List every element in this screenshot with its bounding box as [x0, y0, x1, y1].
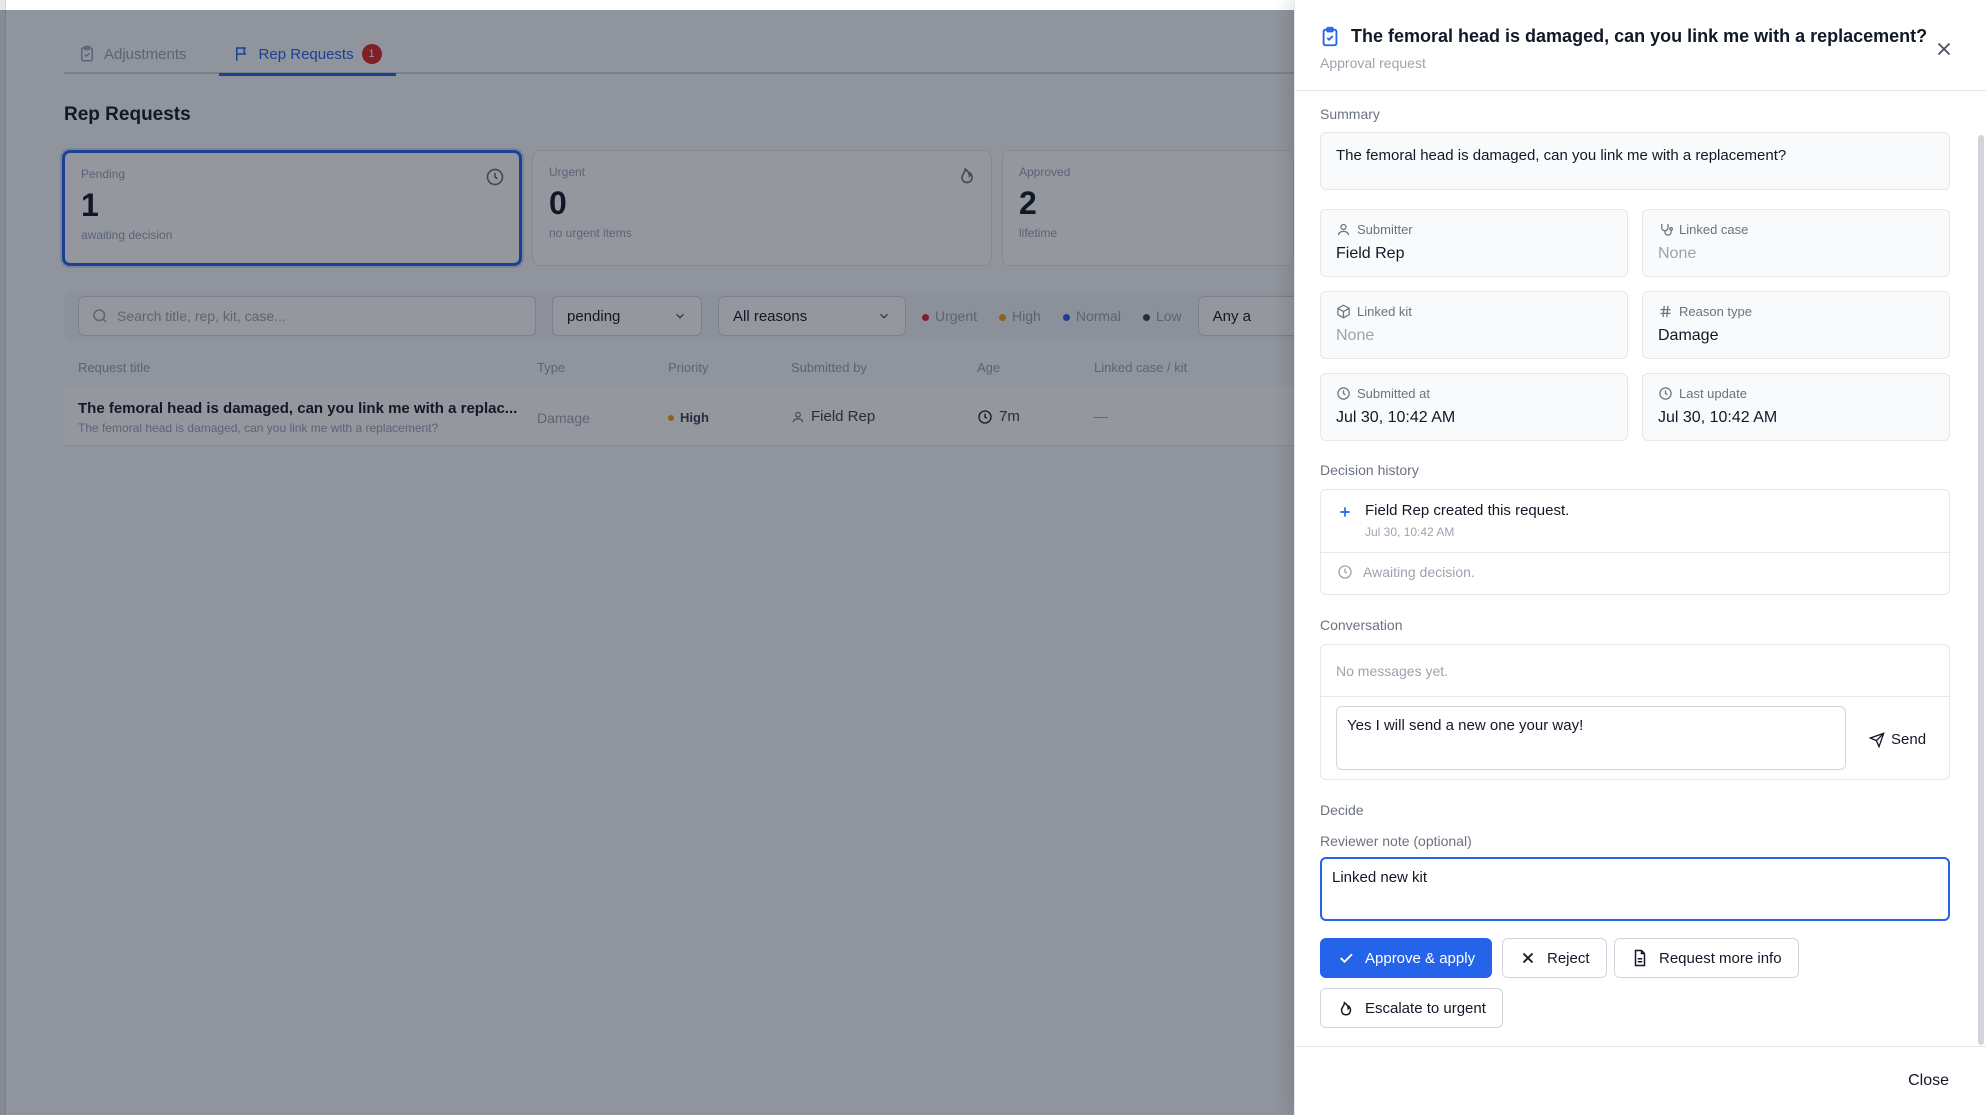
reason-type-label-row: Reason type	[1658, 304, 1934, 319]
last-update-label-row: Last update	[1658, 386, 1934, 401]
conversation-label: Conversation	[1320, 617, 1403, 633]
linked-case-card: Linked case None	[1642, 209, 1950, 277]
last-update-card: Last update Jul 30, 10:42 AM	[1642, 373, 1950, 441]
clock-icon	[1659, 387, 1672, 400]
send-label: Send	[1891, 731, 1927, 748]
message-input[interactable]: Yes I will send a new one your way!	[1336, 706, 1846, 770]
history-item-created: Field Rep created this request. Jul 30, …	[1321, 490, 1949, 553]
history-item-awaiting: Awaiting decision.	[1337, 564, 1475, 580]
panel-subtitle: Approval request	[1320, 55, 1426, 71]
package-icon	[1337, 304, 1350, 319]
clock-icon	[1338, 565, 1352, 579]
linked-case-value: None	[1658, 245, 1697, 262]
reject-button[interactable]: Reject	[1502, 938, 1607, 978]
document-icon	[1634, 949, 1646, 967]
modal-backdrop[interactable]	[0, 10, 1294, 1115]
reviewer-note-input[interactable]: Linked new kit	[1320, 857, 1950, 921]
escalate-button[interactable]: Escalate to urgent	[1320, 988, 1503, 1028]
last-update-value: Jul 30, 10:42 AM	[1658, 409, 1778, 426]
panel-header: The femoral head is damaged, can you lin…	[1295, 0, 1986, 91]
summary-box: The femoral head is damaged, can you lin…	[1320, 132, 1950, 190]
flame-icon	[1340, 1001, 1352, 1016]
approve-label: Approve & apply	[1365, 949, 1476, 967]
history-text: Field Rep created this request.	[1365, 502, 1569, 519]
close-icon[interactable]	[1933, 38, 1955, 60]
panel-footer: Close	[1295, 1046, 1986, 1115]
request-more-info-button[interactable]: Request more info	[1614, 938, 1799, 978]
conversation-divider	[1321, 696, 1949, 697]
reject-label: Reject	[1547, 949, 1590, 967]
linked-case-label-row: Linked case	[1658, 222, 1934, 237]
linked-kit-label: Linked kit	[1357, 304, 1412, 319]
linked-kit-label-row: Linked kit	[1336, 304, 1612, 319]
submitter-card: Submitter Field Rep	[1320, 209, 1628, 277]
history-awaiting: Awaiting decision.	[1363, 564, 1475, 580]
send-icon	[1869, 731, 1885, 748]
submitter-label: Submitter	[1357, 222, 1413, 237]
stethoscope-icon	[1661, 223, 1673, 236]
user-icon	[1337, 223, 1350, 236]
approve-button[interactable]: Approve & apply	[1320, 938, 1493, 978]
decide-label: Decide	[1320, 802, 1364, 818]
submitted-at-value: Jul 30, 10:42 AM	[1336, 409, 1456, 426]
submitted-at-label-row: Submitted at	[1336, 386, 1612, 401]
reason-type-card: Reason type Damage	[1642, 291, 1950, 359]
send-button[interactable]: Send	[1869, 731, 1926, 748]
conversation-empty: No messages yet.	[1336, 663, 1449, 679]
history-action: created this request.	[1429, 502, 1570, 519]
request-detail-panel: The femoral head is damaged, can you lin…	[1294, 0, 1986, 1115]
request-more-info-label: Request more info	[1659, 949, 1782, 967]
conversation: No messages yet. Yes I will send a new o…	[1320, 644, 1950, 780]
clipboard-check-icon	[1322, 26, 1338, 47]
reviewer-note-label: Reviewer note (optional)	[1320, 833, 1472, 849]
decision-history-label: Decision history	[1320, 462, 1419, 478]
linked-kit-value: None	[1336, 327, 1375, 344]
panel-title: The femoral head is damaged, can you lin…	[1351, 26, 1928, 46]
escalate-label: Escalate to urgent	[1365, 999, 1486, 1017]
check-icon	[1340, 953, 1353, 964]
close-button[interactable]: Close	[1908, 1072, 1949, 1090]
submitter-value: Field Rep	[1336, 245, 1405, 262]
submitter-label-row: Submitter	[1336, 222, 1612, 237]
linked-case-label: Linked case	[1679, 222, 1749, 237]
linked-kit-card: Linked kit None	[1320, 291, 1628, 359]
summary-label: Summary	[1320, 106, 1380, 122]
clock-icon	[1337, 387, 1350, 400]
submitted-at-label: Submitted at	[1357, 386, 1430, 401]
hash-icon	[1660, 305, 1671, 318]
reason-type-label: Reason type	[1679, 304, 1752, 319]
reason-type-value: Damage	[1658, 327, 1719, 344]
submitted-at-card: Submitted at Jul 30, 10:42 AM	[1320, 373, 1628, 441]
panel-scrollbar[interactable]	[1978, 135, 1984, 1045]
history-actor: Field Rep	[1365, 502, 1430, 519]
close-icon	[1522, 952, 1534, 964]
history-time: Jul 30, 10:42 AM	[1365, 525, 1455, 539]
last-update-label: Last update	[1679, 386, 1747, 401]
decision-history: Field Rep created this request. Jul 30, …	[1320, 489, 1950, 595]
plus-icon	[1340, 507, 1350, 517]
